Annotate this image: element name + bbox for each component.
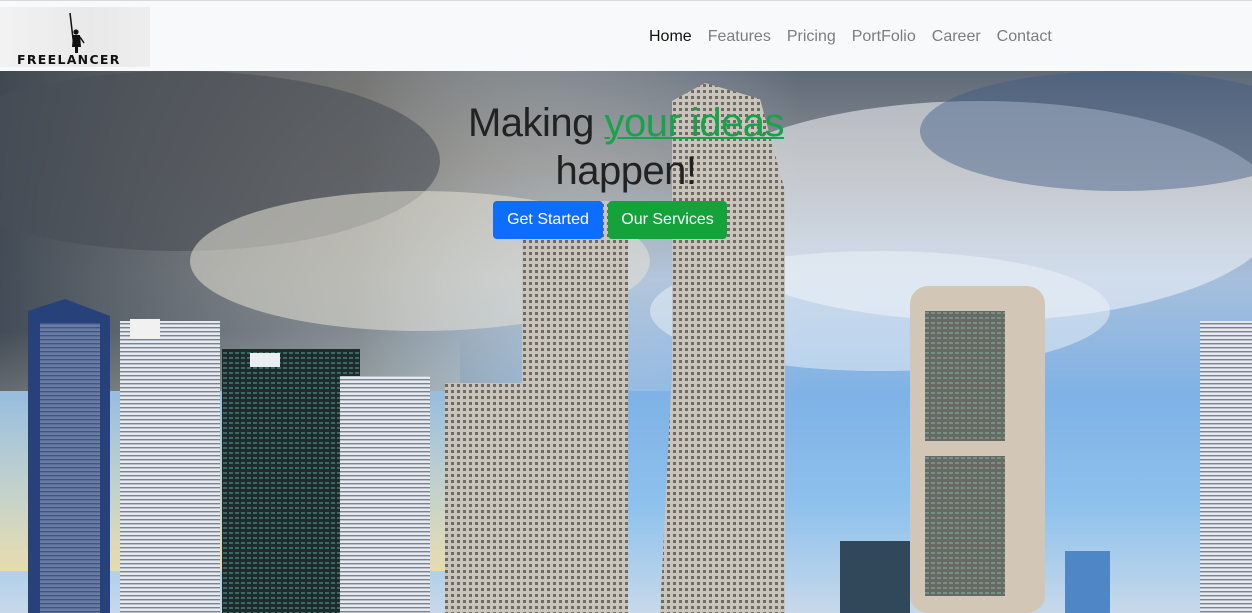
nav-item-features[interactable]: Features [708, 27, 771, 49]
hero-title-accent-link[interactable]: your ideas [605, 101, 785, 145]
our-services-button[interactable]: Our Services [608, 201, 727, 239]
get-started-button[interactable]: Get Started [493, 201, 603, 239]
hero-section: Making your ideas happen! Get Started Ou… [0, 71, 1252, 613]
nav-item-pricing[interactable]: Pricing [787, 27, 836, 49]
nav-menu: Home Features Pricing PortFolio Career C… [649, 27, 1068, 49]
hero-title-suffix: happen! [555, 149, 697, 193]
nav-item-portfolio[interactable]: PortFolio [852, 27, 916, 49]
brand-name: FREELANCER [17, 52, 121, 67]
nav-item-contact[interactable]: Contact [997, 27, 1052, 49]
nav-item-home[interactable]: Home [649, 27, 692, 49]
hero-title-prefix: Making [467, 101, 605, 145]
brand-logo[interactable]: FREELANCER [0, 7, 150, 67]
navbar: FREELANCER Home Features Pricing PortFol… [0, 0, 1252, 71]
nav-item-career[interactable]: Career [932, 27, 981, 49]
hero-title: Making your ideas happen! [0, 99, 1252, 195]
